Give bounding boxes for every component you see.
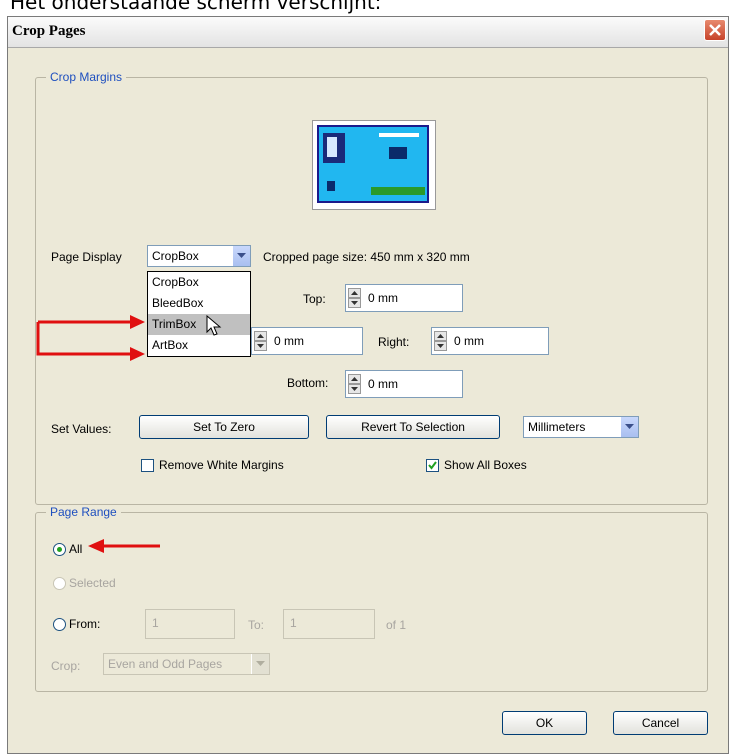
bottom-spinner[interactable]: 0 mm: [345, 370, 463, 398]
bottom-label: Bottom:: [287, 376, 329, 390]
page-display-value: CropBox: [152, 249, 199, 263]
spinner-icon[interactable]: [348, 374, 361, 394]
remove-white-margins-label: Remove White Margins: [159, 458, 284, 472]
from-label: From:: [69, 617, 101, 631]
crop-pages-select: Even and Odd Pages: [103, 653, 270, 675]
right-value: 0 mm: [454, 334, 484, 348]
option-trimbox[interactable]: TrimBox: [148, 314, 250, 335]
cancel-button[interactable]: Cancel: [613, 711, 708, 735]
to-label: To:: [248, 618, 265, 632]
page-thumbnail: [312, 120, 436, 210]
ok-button[interactable]: OK: [502, 711, 587, 735]
option-artbox[interactable]: ArtBox: [148, 335, 250, 356]
spinner-icon[interactable]: [254, 331, 267, 351]
selected-label: Selected: [69, 576, 116, 590]
units-select[interactable]: Millimeters: [523, 416, 639, 438]
from-value: 1: [152, 616, 159, 630]
right-label: Right:: [378, 335, 410, 349]
crop-pages-dialog: Crop Pages Crop Margins Page Display Cro…: [7, 16, 729, 754]
all-radio[interactable]: [53, 543, 66, 556]
set-values-label: Set Values:: [51, 422, 112, 436]
close-button[interactable]: [704, 19, 726, 41]
dropdown-arrow-icon: [232, 246, 250, 266]
set-to-zero-button[interactable]: Set To Zero: [139, 415, 309, 439]
left-value: 0 mm: [274, 334, 304, 348]
left-spinner[interactable]: 0 mm: [251, 327, 363, 355]
mouse-cursor-icon: [206, 315, 222, 336]
top-value: 0 mm: [368, 291, 398, 305]
selected-radio: [53, 577, 66, 590]
caption-text: Het onderstaande scherm verschijnt:: [10, 0, 382, 14]
from-input: 1: [145, 609, 235, 639]
page-display-dropdown-list: CropBox BleedBox TrimBox ArtBox: [147, 271, 251, 357]
right-spinner[interactable]: 0 mm: [431, 327, 549, 355]
crop-margins-legend: Crop Margins: [50, 70, 123, 84]
cropped-page-size: Cropped page size: 450 mm x 320 mm: [263, 250, 470, 264]
all-label: All: [69, 542, 83, 556]
page-display-select[interactable]: CropBox: [147, 245, 251, 267]
of-pages-label: of 1: [386, 618, 407, 632]
close-icon: [709, 24, 721, 36]
option-bleedbox[interactable]: BleedBox: [148, 293, 250, 314]
remove-white-margins-checkbox[interactable]: [141, 459, 154, 472]
dropdown-arrow-icon: [251, 654, 269, 674]
crop-label: Crop:: [51, 659, 81, 673]
page-display-label: Page Display: [51, 250, 122, 264]
spinner-icon[interactable]: [348, 288, 361, 308]
to-value: 1: [290, 616, 297, 630]
top-label: Top:: [303, 292, 326, 306]
to-input: 1: [283, 609, 375, 639]
checkmark-icon: [428, 461, 437, 470]
spinner-icon[interactable]: [434, 331, 447, 351]
crop-pages-value: Even and Odd Pages: [108, 657, 223, 671]
show-all-boxes-checkbox[interactable]: [426, 459, 439, 472]
show-all-boxes-label: Show All Boxes: [444, 458, 527, 472]
units-value: Millimeters: [528, 420, 586, 434]
from-radio[interactable]: [53, 618, 66, 631]
title-bar: Crop Pages: [8, 17, 728, 48]
revert-to-selection-button[interactable]: Revert To Selection: [326, 415, 500, 439]
bottom-value: 0 mm: [368, 377, 398, 391]
option-cropbox[interactable]: CropBox: [148, 272, 250, 293]
page-range-legend: Page Range: [50, 505, 117, 519]
dropdown-arrow-icon: [620, 417, 638, 437]
dialog-title: Crop Pages: [12, 23, 86, 39]
top-spinner[interactable]: 0 mm: [345, 284, 463, 312]
